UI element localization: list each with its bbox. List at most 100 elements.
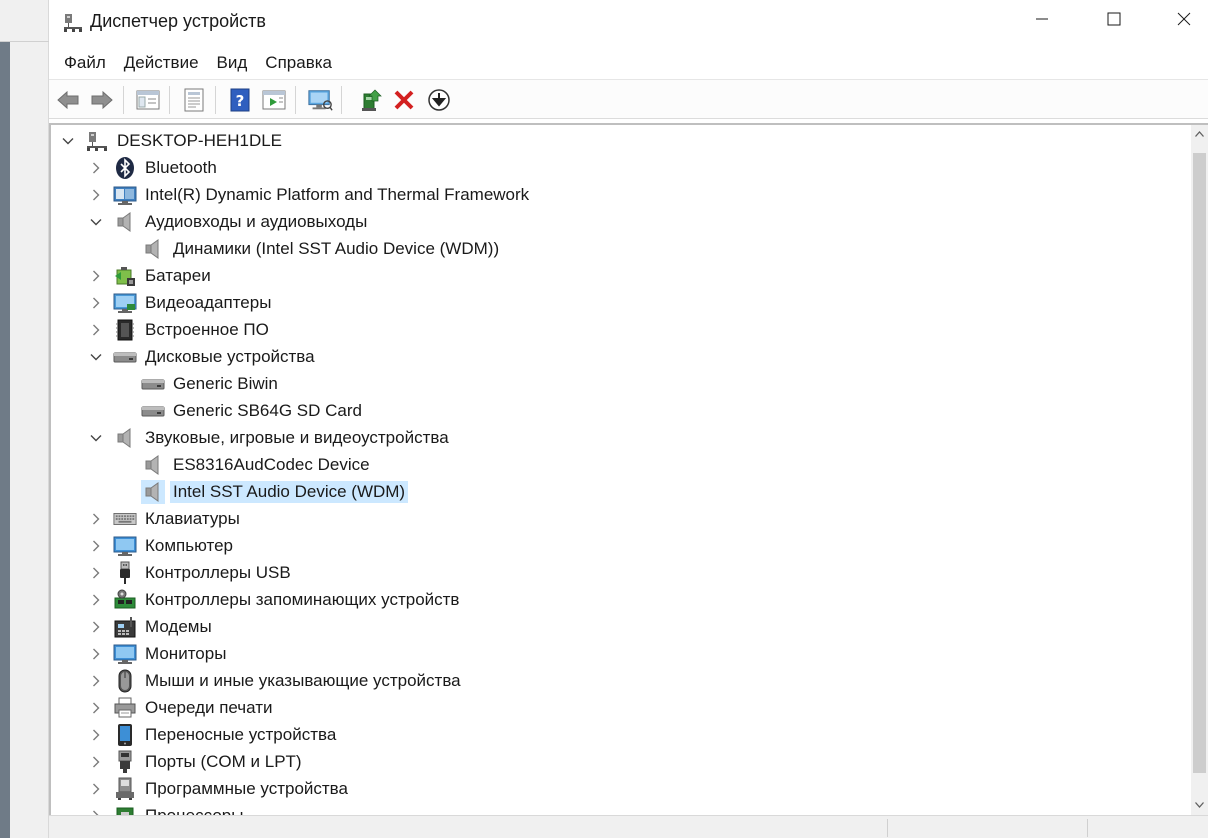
chevron-right-icon[interactable] xyxy=(89,566,103,580)
download-driver-icon xyxy=(428,89,450,111)
tree-item[interactable]: Порты (COM и LPT) xyxy=(89,748,305,775)
processor-icon xyxy=(113,804,137,815)
tree-item[interactable]: Контроллеры запоминающих устройств xyxy=(89,586,462,613)
menu-view[interactable]: Вид xyxy=(209,50,256,76)
disk-drive-icon xyxy=(141,399,165,423)
tree-item[interactable]: Встроенное ПО xyxy=(89,316,272,343)
chevron-right-icon[interactable] xyxy=(89,782,103,796)
tree-item[interactable]: Клавиатуры xyxy=(89,505,243,532)
monitor-icon xyxy=(113,642,137,666)
back-button[interactable] xyxy=(55,87,81,113)
tree-item-label: Переносные устройства xyxy=(145,724,337,744)
chevron-right-icon[interactable] xyxy=(89,188,103,202)
chevron-right-icon[interactable] xyxy=(89,296,103,310)
chevron-down-icon[interactable] xyxy=(89,215,103,229)
tree-item[interactable]: Динамики (Intel SST Audio Device (WDM)) xyxy=(117,235,502,262)
minimize-button[interactable] xyxy=(1019,0,1065,38)
chevron-right-icon[interactable] xyxy=(89,269,103,283)
firmware-chip-icon xyxy=(113,318,137,342)
console-tree-button[interactable] xyxy=(135,87,161,113)
maximize-button[interactable] xyxy=(1091,0,1137,38)
menu-file[interactable]: Файл xyxy=(56,50,114,76)
keyboard-icon xyxy=(113,507,137,531)
toolbar-separator xyxy=(123,86,124,114)
speaker-icon xyxy=(113,210,137,234)
toolbar: ? xyxy=(49,79,1208,119)
menu-help[interactable]: Справка xyxy=(257,50,340,76)
scrollbar-thumb[interactable] xyxy=(1193,153,1206,773)
tree-item[interactable]: Intel SST Audio Device (WDM) xyxy=(117,478,409,505)
tree-item[interactable]: Дисковые устройства xyxy=(89,343,318,370)
scroll-up-button[interactable] xyxy=(1191,125,1208,142)
tree-item[interactable]: Модемы xyxy=(89,613,215,640)
chevron-right-icon[interactable] xyxy=(89,701,103,715)
update-driver-button[interactable] xyxy=(358,87,384,113)
title-bar[interactable]: Диспетчер устройств xyxy=(49,0,1208,44)
tree-item[interactable]: Батареи xyxy=(89,262,214,289)
forward-button[interactable] xyxy=(89,87,115,113)
svg-text:?: ? xyxy=(236,92,245,110)
chevron-down-icon xyxy=(1195,801,1204,808)
chevron-right-icon[interactable] xyxy=(89,539,103,553)
uninstall-device-icon xyxy=(394,90,414,110)
status-divider xyxy=(887,819,888,837)
display-adapter-icon xyxy=(113,291,137,315)
disk-drive-icon xyxy=(113,345,137,369)
tree-item[interactable]: Аудиовходы и аудиовыходы xyxy=(89,208,370,235)
tree-item[interactable]: Generic Biwin xyxy=(117,370,281,397)
scroll-down-button[interactable] xyxy=(1191,796,1208,813)
tree-item[interactable]: Процессоры xyxy=(89,802,246,815)
menu-action[interactable]: Действие xyxy=(116,50,207,76)
device-manager-window: Диспетчер устройств Файл Действие Вид Сп… xyxy=(49,0,1208,838)
chevron-right-icon[interactable] xyxy=(89,593,103,607)
status-bar xyxy=(49,815,1208,838)
tree-item-label: Intel(R) Dynamic Platform and Thermal Fr… xyxy=(145,184,530,204)
tree-item[interactable]: Мыши и иные указывающие устройства xyxy=(89,667,464,694)
chevron-right-icon[interactable] xyxy=(89,674,103,688)
device-tree[interactable]: DESKTOP-HEH1DLE Bluetooth Intel(R) Dynamic… xyxy=(49,123,1208,815)
tree-item-label: Встроенное ПО xyxy=(145,319,269,339)
chevron-right-icon[interactable] xyxy=(89,620,103,634)
chevron-right-icon[interactable] xyxy=(89,728,103,742)
chevron-right-icon[interactable] xyxy=(89,512,103,526)
tree-item[interactable]: Звуковые, игровые и видеоустройства xyxy=(89,424,452,451)
battery-icon xyxy=(113,264,137,288)
tree-item-label: Дисковые устройства xyxy=(145,346,315,366)
scan-hardware-button[interactable] xyxy=(307,87,333,113)
tree-item[interactable]: Bluetooth xyxy=(89,154,220,181)
chevron-right-icon[interactable] xyxy=(89,161,103,175)
tree-item[interactable]: Переносные устройства xyxy=(89,721,339,748)
chevron-down-icon[interactable] xyxy=(61,134,75,148)
run-action-button[interactable] xyxy=(261,87,287,113)
chevron-down-icon[interactable] xyxy=(89,350,103,364)
download-driver-button[interactable] xyxy=(426,87,452,113)
tree-item[interactable]: Видеоадаптеры xyxy=(89,289,274,316)
tree-item[interactable]: Generic SB64G SD Card xyxy=(117,397,365,424)
uninstall-device-button[interactable] xyxy=(391,87,417,113)
tree-item[interactable]: Контроллеры USB xyxy=(89,559,294,586)
tree-item[interactable]: Компьютер xyxy=(89,532,236,559)
usb-icon xyxy=(113,561,137,585)
help-button[interactable]: ? xyxy=(227,87,253,113)
window-title: Диспетчер устройств xyxy=(90,11,266,31)
storage-controller-icon xyxy=(113,588,137,612)
portable-device-icon xyxy=(113,723,137,747)
maximize-icon xyxy=(1107,12,1121,26)
chevron-down-icon[interactable] xyxy=(89,431,103,445)
tree-item-label: Клавиатуры xyxy=(145,508,240,528)
tree-item[interactable]: Очереди печати xyxy=(89,694,276,721)
properties-button[interactable] xyxy=(181,87,207,113)
tree-item[interactable]: ES8316AudCodec Device xyxy=(117,451,373,478)
vertical-scrollbar[interactable] xyxy=(1191,125,1208,815)
chevron-right-icon[interactable] xyxy=(89,755,103,769)
tree-item[interactable]: Мониторы xyxy=(89,640,229,667)
tree-item[interactable]: Intel(R) Dynamic Platform and Thermal Fr… xyxy=(89,181,532,208)
tree-item[interactable]: DESKTOP-HEH1DLE xyxy=(61,127,285,154)
chevron-right-icon[interactable] xyxy=(89,323,103,337)
chevron-right-icon[interactable] xyxy=(89,647,103,661)
tree-item[interactable]: Программные устройства xyxy=(89,775,351,802)
close-button[interactable] xyxy=(1161,0,1207,38)
printer-icon xyxy=(113,696,137,720)
